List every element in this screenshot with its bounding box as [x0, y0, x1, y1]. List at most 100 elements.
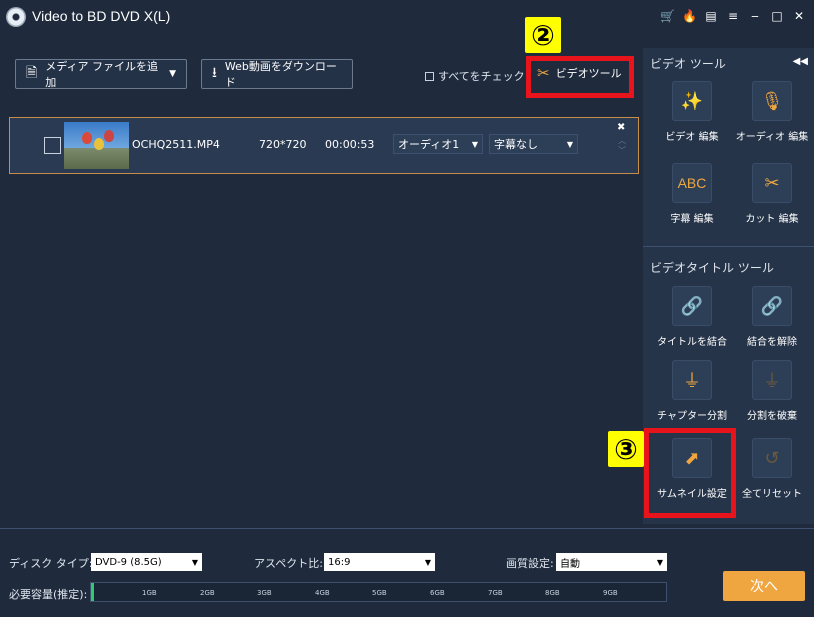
disc-type-value: DVD-9 (8.5G): [95, 556, 162, 568]
file-duration: 00:00:53: [325, 138, 375, 151]
quality-label: 画質設定:: [506, 557, 554, 570]
add-media-button[interactable]: 🗎 メディア ファイルを追加 ▼: [15, 59, 187, 89]
app-logo-icon: [6, 7, 26, 27]
bottom-bar: ディスク タイプ: DVD-9 (8.5G) ▼ アスペクト比: 16:9 ▼ …: [0, 528, 814, 617]
highlight-box-video-tool: [526, 56, 634, 98]
abc-icon: ABC: [672, 163, 712, 203]
step-marker-3: ③: [608, 431, 644, 467]
tool-label: オーディオ 編集: [735, 132, 809, 143]
audio-edit-tool[interactable]: 🎙 オーディオ 編集: [733, 81, 811, 143]
file-resolution: 720*720: [259, 138, 307, 151]
add-file-icon: 🗎: [26, 65, 38, 81]
capacity-fill: [91, 583, 94, 601]
chevron-down-icon: ▼: [656, 557, 663, 567]
window-controls: 🛒 🔥 ▤ ≡ ‒ □ ✕: [660, 9, 806, 23]
discard-split-tool[interactable]: ⏚ 分割を破棄: [733, 360, 811, 422]
sidebar-divider: [643, 246, 814, 247]
tool-label: カット 編集: [745, 214, 799, 225]
scissors-icon: ✂: [752, 163, 792, 203]
file-row[interactable]: OCHQ2511.MP4 720*720 00:00:53 オーディオ1 ▼ 字…: [9, 117, 639, 174]
balloon-shape: [82, 132, 92, 144]
chevron-down-icon: ▼: [169, 69, 176, 79]
next-button[interactable]: 次へ: [723, 571, 805, 601]
add-media-label: メディア ファイルを追加: [45, 60, 158, 89]
download-icon: ⭳: [212, 65, 217, 81]
aspect-value: 16:9: [328, 556, 351, 568]
step-marker-2: ②: [525, 17, 561, 53]
check-all-checkbox[interactable]: すべてをチェック: [425, 68, 525, 84]
video-thumbnail: [64, 122, 129, 169]
tool-label: 結合を解除: [747, 337, 797, 348]
main-area: 🗎 メディア ファイルを追加 ▼ ⭳ Web動画をダウンロード すべてをチェック…: [0, 48, 640, 524]
minimize-icon[interactable]: ‒: [748, 9, 762, 23]
cut-edit-tool[interactable]: ✂ カット 編集: [733, 163, 811, 225]
aspect-label: アスペクト比:: [254, 557, 323, 570]
chevron-down-icon: ▼: [566, 139, 573, 149]
subtitle-edit-tool[interactable]: ABC 字幕 編集: [653, 163, 731, 225]
capacity-tick: 7GB: [488, 589, 503, 597]
disc-type-select[interactable]: DVD-9 (8.5G) ▼: [91, 553, 202, 571]
tool-label: タイトルを結合: [657, 337, 727, 348]
capacity-tick: 3GB: [257, 589, 272, 597]
disc-type-label: ディスク タイプ:: [9, 557, 93, 570]
capacity-tick: 9GB: [603, 589, 618, 597]
tool-label: 全てリセット: [742, 489, 802, 500]
audio-track-select[interactable]: オーディオ1 ▼: [393, 134, 483, 154]
close-icon[interactable]: ✕: [792, 9, 806, 23]
document-icon[interactable]: ▤: [704, 9, 718, 23]
tool-label: 字幕 編集: [670, 214, 714, 225]
unlink-icon: 🔗: [752, 286, 792, 326]
reset-all-tool[interactable]: ↺ 全てリセット: [733, 438, 811, 500]
tool-label: チャプター分割: [657, 411, 727, 422]
subtitle-value: 字幕なし: [494, 138, 538, 151]
subtitle-select[interactable]: 字幕なし ▼: [489, 134, 578, 154]
tool-label: 分割を破棄: [747, 411, 797, 422]
checkbox-box: [425, 71, 434, 81]
check-all-label: すべてをチェック: [438, 70, 525, 83]
aspect-select[interactable]: 16:9 ▼: [324, 553, 435, 571]
file-checkbox[interactable]: [44, 137, 61, 154]
quality-value: 自動: [560, 558, 580, 570]
video-tools-header: ビデオ ツール: [650, 57, 726, 71]
split-icon: ⏚: [672, 360, 712, 400]
file-name: OCHQ2511.MP4: [132, 138, 220, 151]
capacity-tick: 5GB: [372, 589, 387, 597]
microphone-icon: 🎙: [752, 81, 792, 121]
capacity-tick: 8GB: [545, 589, 560, 597]
capacity-tick: 2GB: [200, 589, 215, 597]
maximize-icon[interactable]: □: [770, 9, 784, 23]
title-bar: Video to BD DVD X(L) 🛒 🔥 ▤ ≡ ‒ □ ✕: [0, 0, 814, 34]
title-tools-header: ビデオタイトル ツール: [650, 261, 774, 275]
chevron-down-icon: ▼: [471, 139, 478, 149]
link-icon: 🔗: [672, 286, 712, 326]
collapse-sidebar-icon[interactable]: ◀◀: [793, 56, 808, 67]
chapter-split-tool[interactable]: ⏚ チャプター分割: [653, 360, 731, 422]
capacity-tick: 1GB: [142, 589, 157, 597]
quality-select[interactable]: 自動 ▼: [556, 553, 667, 571]
magic-wand-icon: ✨: [672, 81, 712, 121]
split-discard-icon: ⏚: [752, 360, 792, 400]
tool-label: ビデオ 編集: [665, 132, 719, 143]
web-download-button[interactable]: ⭳ Web動画をダウンロード: [201, 59, 353, 89]
menu-icon[interactable]: ≡: [726, 9, 740, 23]
reset-icon: ↺: [752, 438, 792, 478]
highlight-box-thumbnail: [644, 428, 736, 518]
unmerge-tool[interactable]: 🔗 結合を解除: [733, 286, 811, 348]
cart-icon[interactable]: 🛒: [660, 9, 675, 23]
capacity-tick: 4GB: [315, 589, 330, 597]
audio-track-value: オーディオ1: [398, 138, 460, 151]
flame-icon[interactable]: 🔥: [682, 9, 697, 23]
remove-file-icon[interactable]: ✖: [617, 122, 625, 133]
chevron-down-icon: ▼: [191, 557, 198, 567]
web-download-label: Web動画をダウンロード: [224, 60, 337, 89]
reorder-arrows-icon[interactable]: ︿ ﹀: [618, 136, 626, 156]
balloon-shape: [104, 130, 114, 142]
capacity-tick: 6GB: [430, 589, 445, 597]
capacity-bar: 1GB 2GB 3GB 4GB 5GB 6GB 7GB 8GB 9GB: [90, 582, 667, 602]
chevron-down-icon: ▼: [424, 557, 431, 567]
capacity-label: 必要容量(推定):: [9, 588, 88, 601]
balloon-shape: [94, 138, 104, 150]
app-title: Video to BD DVD X(L): [32, 8, 171, 24]
video-edit-tool[interactable]: ✨ ビデオ 編集: [653, 81, 731, 143]
merge-titles-tool[interactable]: 🔗 タイトルを結合: [653, 286, 731, 348]
